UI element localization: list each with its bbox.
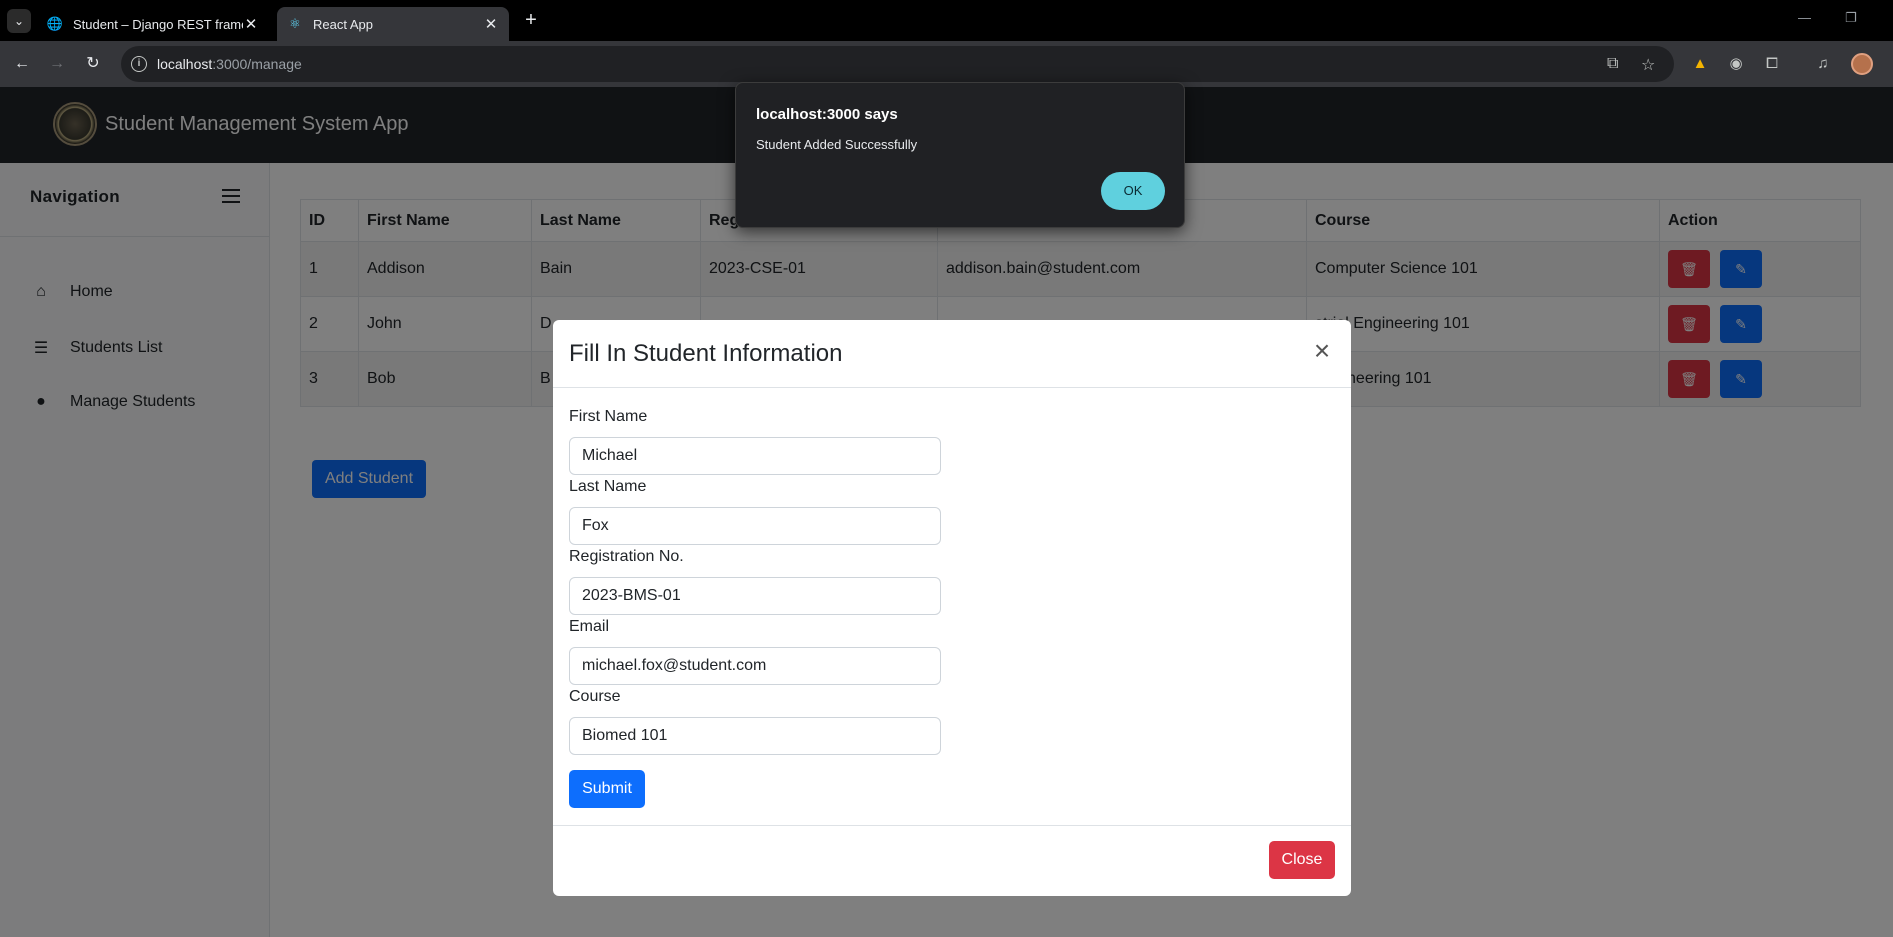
react-icon: ⚛ — [289, 16, 301, 31]
alert-title: localhost:3000 says — [756, 106, 898, 123]
tab-title: Student – Django REST framew — [73, 16, 243, 32]
bookmark-star-icon[interactable]: ☆ — [1641, 55, 1655, 75]
ok-button[interactable]: OK — [1101, 172, 1165, 210]
reload-icon[interactable]: ↻ — [82, 53, 104, 75]
course-label: Course — [569, 688, 621, 705]
extension-circle-icon[interactable]: ◉ — [1725, 53, 1747, 75]
last-name-label: Last Name — [569, 478, 647, 495]
close-icon[interactable]: × — [1310, 337, 1334, 365]
drive-extension-icon[interactable]: ▲ — [1689, 53, 1711, 75]
alert-message: Student Added Successfully — [756, 137, 918, 152]
course-field[interactable] — [569, 717, 941, 755]
last-name-field[interactable] — [569, 507, 941, 545]
extensions-puzzle-icon[interactable]: ⧠ — [1761, 53, 1783, 75]
back-icon[interactable]: ← — [11, 53, 33, 75]
modal-footer: Close — [553, 825, 1351, 896]
address-bar[interactable]: i localhost:3000/manage ⧉ ☆ — [121, 46, 1674, 82]
alert-dialog: localhost:3000 says Student Added Succes… — [735, 82, 1185, 228]
tab-django[interactable]: 🌐 Student – Django REST framew ✕ — [37, 7, 269, 41]
first-name-field[interactable] — [569, 437, 941, 475]
browser-toolbar: ← → ↻ i localhost:3000/manage ⧉ ☆ ▲ ◉ ⧠ … — [0, 41, 1893, 87]
student-info-modal: Fill In Student Information × First Name… — [553, 320, 1351, 896]
tab-search-button[interactable]: ⌄ — [7, 9, 31, 33]
submit-button[interactable]: Submit — [569, 770, 645, 808]
modal-title: Fill In Student Information — [569, 340, 843, 367]
first-name-label: First Name — [569, 408, 648, 425]
globe-icon: 🌐 — [46, 16, 64, 31]
site-info-icon[interactable]: i — [131, 56, 147, 72]
url-text: localhost:3000/manage — [157, 56, 302, 72]
profile-avatar[interactable] — [1851, 53, 1873, 75]
tab-react-app[interactable]: ⚛ React App ✕ — [277, 7, 509, 41]
modal-header: Fill In Student Information × — [553, 320, 1351, 388]
new-tab-button[interactable]: + — [519, 9, 543, 33]
tab-title: React App — [313, 16, 373, 32]
email-field[interactable] — [569, 647, 941, 685]
close-tab-icon[interactable]: ✕ — [243, 15, 259, 33]
install-app-icon[interactable]: ⧉ — [1607, 55, 1618, 73]
close-tab-icon[interactable]: ✕ — [483, 15, 499, 33]
forward-icon[interactable]: → — [46, 53, 68, 75]
browser-tab-bar: ⌄ 🌐 Student – Django REST framew ✕ ⚛ Rea… — [0, 0, 1893, 41]
minimize-icon[interactable]: — — [1798, 10, 1811, 25]
close-button[interactable]: Close — [1269, 841, 1335, 879]
registration-no-field[interactable] — [569, 577, 941, 615]
registration-no-label: Registration No. — [569, 548, 684, 565]
media-control-icon[interactable]: ♫ — [1812, 53, 1834, 75]
email-label: Email — [569, 618, 610, 635]
restore-icon[interactable]: ❐ — [1845, 10, 1857, 26]
